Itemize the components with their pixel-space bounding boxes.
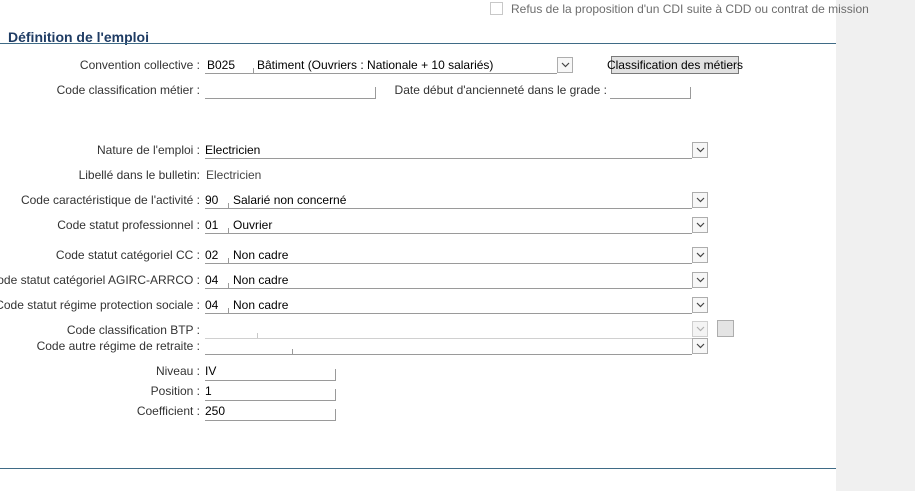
position-label: Position : (150, 384, 200, 398)
code-caracteristique-underline (205, 208, 692, 209)
convention-label: Convention collective : (79, 58, 200, 72)
code-caracteristique-label: Code caractéristique de l'activité : (20, 193, 200, 207)
code-statut-cat-cc-dropdown-button[interactable] (692, 247, 708, 263)
niveau-input[interactable] (205, 369, 336, 381)
code-autre-regime-dropdown-button[interactable] (692, 338, 708, 354)
chevron-down-icon (696, 343, 704, 349)
code-statut-pro-value[interactable]: Ouvrier (233, 218, 272, 232)
chevron-down-icon (696, 197, 704, 203)
coefficient-label: Coefficient : (136, 404, 200, 418)
coefficient-value[interactable]: 250 (205, 404, 225, 418)
code-statut-agirc-dropdown-button[interactable] (692, 272, 708, 288)
code-statut-cat-cc-value[interactable]: Non cadre (233, 248, 288, 262)
position-value[interactable]: 1 (205, 384, 212, 398)
code-classification-btp-button[interactable] (717, 320, 734, 337)
libelle-bulletin-value: Electricien (206, 168, 262, 182)
code-statut-regime-underline (205, 313, 692, 314)
chevron-down-icon (696, 326, 704, 332)
code-caracteristique-code[interactable]: 90 (205, 193, 218, 207)
convention-dropdown-button[interactable] (557, 57, 573, 73)
code-statut-regime-code[interactable]: 04 (205, 298, 218, 312)
cdi-refusal-label: Refus de la proposition d'un CDI suite à… (511, 2, 869, 16)
bottom-divider (0, 468, 836, 469)
code-classification-btp-dropdown-button[interactable] (692, 321, 708, 337)
code-classification-btp-underline (205, 338, 692, 339)
code-caracteristique-value[interactable]: Salarié non concerné (233, 193, 346, 207)
nature-emploi-value[interactable]: Electricien (205, 143, 260, 157)
convention-code[interactable]: B025 (207, 58, 235, 72)
convention-underline (205, 73, 557, 74)
code-classification-btp-label: Code classification BTP : (66, 323, 200, 337)
code-statut-agirc-value[interactable]: Non cadre (233, 273, 288, 287)
chevron-down-icon (696, 147, 704, 153)
code-autre-regime-label: Code autre régime de retraite : (36, 339, 200, 353)
chevron-down-icon (696, 222, 704, 228)
date-debut-anciennete-input[interactable] (610, 87, 691, 99)
nature-emploi-dropdown-button[interactable] (692, 142, 708, 158)
code-statut-regime-label: Code statut régime protection sociale : (0, 298, 200, 312)
chevron-down-icon (696, 302, 704, 308)
nature-emploi-label: Nature de l'emploi : (96, 143, 200, 157)
code-statut-agirc-underline (205, 288, 692, 289)
chevron-down-icon (561, 62, 569, 68)
code-statut-regime-dropdown-button[interactable] (692, 297, 708, 313)
date-debut-anciennete-label: Date début d'ancienneté dans le grade : (394, 83, 607, 97)
code-statut-cat-cc-code[interactable]: 02 (205, 248, 218, 262)
code-statut-pro-underline (205, 233, 692, 234)
code-statut-pro-label: Code statut professionnel : (57, 218, 200, 232)
code-statut-pro-code[interactable]: 01 (205, 218, 218, 232)
cdi-refusal-checkbox[interactable] (490, 2, 503, 15)
code-statut-cat-cc-underline (205, 263, 692, 264)
code-caracteristique-dropdown-button[interactable] (692, 192, 708, 208)
right-side-panel (836, 0, 915, 491)
chevron-down-icon (696, 277, 704, 283)
code-statut-cat-cc-label: Code statut catégoriel CC : (55, 248, 200, 262)
code-statut-agirc-code[interactable]: 04 (205, 273, 218, 287)
classification-metiers-button[interactable]: Classification des métiers (607, 56, 743, 74)
code-statut-pro-dropdown-button[interactable] (692, 217, 708, 233)
section-divider (0, 43, 836, 44)
code-statut-agirc-label: Code statut catégoriel AGIRC-ARRCO : (0, 273, 200, 287)
nature-emploi-underline (205, 158, 692, 159)
niveau-value[interactable]: IV (205, 364, 216, 378)
libelle-bulletin-label: Libellé dans le bulletin: (78, 168, 200, 182)
code-classification-metier-label: Code classification métier : (56, 83, 200, 97)
niveau-label: Niveau : (155, 364, 200, 378)
code-autre-regime-underline (205, 354, 692, 355)
position-input[interactable] (205, 389, 336, 401)
code-statut-regime-value[interactable]: Non cadre (233, 298, 288, 312)
convention-value[interactable]: Bâtiment (Ouvriers : Nationale + 10 sala… (257, 58, 493, 72)
code-classification-metier-input[interactable] (205, 87, 376, 99)
chevron-down-icon (696, 252, 704, 258)
